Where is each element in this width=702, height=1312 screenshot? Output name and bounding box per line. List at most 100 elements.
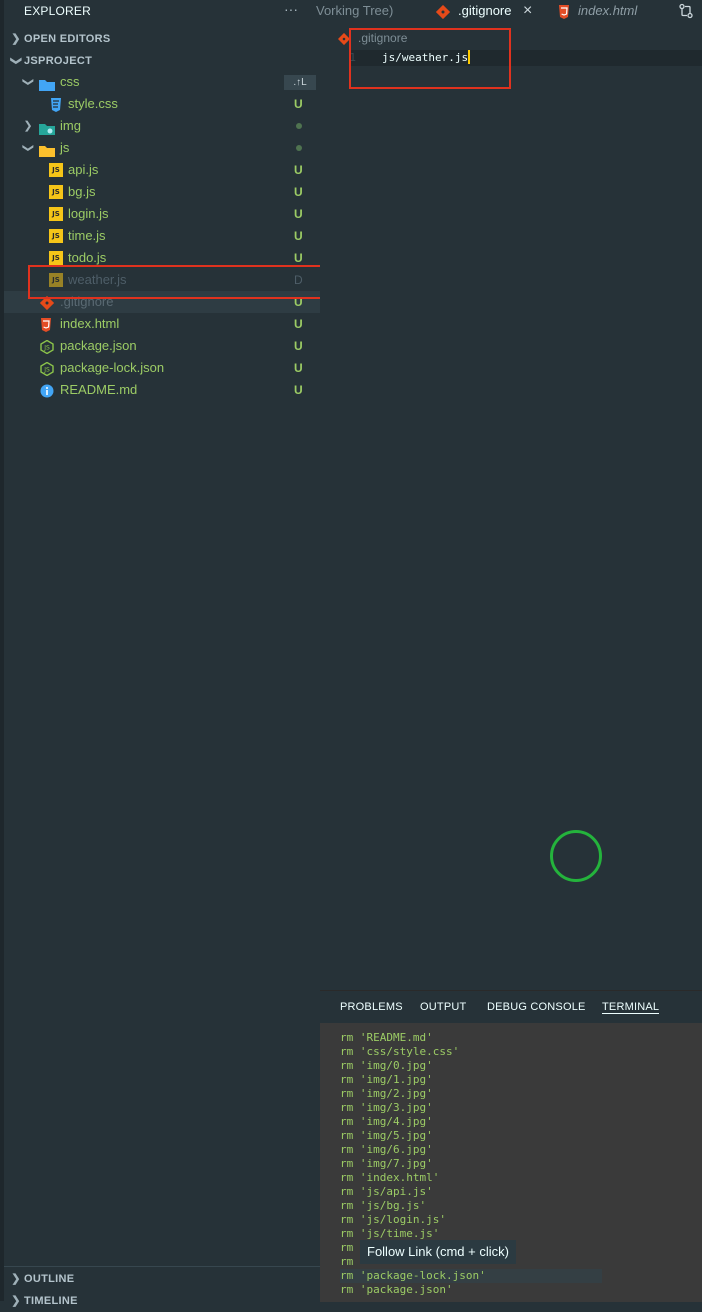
tree-item-label: time.js [68, 228, 106, 243]
section-open-editors[interactable]: ❯ OPEN EDITORS [4, 28, 320, 50]
git-status-badge: U [294, 229, 303, 243]
js-file-icon: JS [49, 251, 63, 265]
tab-label: .gitignore [458, 3, 512, 18]
more-actions-icon[interactable]: ··· [284, 0, 298, 22]
tree-item-label: css [60, 74, 80, 89]
tab-output[interactable]: OUTPUT [420, 991, 466, 1023]
editor-tabs: Vorking Tree) .gitignore × index.html [316, 0, 702, 25]
highlight-box-code [349, 28, 511, 89]
git-file-icon [435, 4, 451, 20]
explorer-sidebar: EXPLORER ··· ❯ OPEN EDITORS ❯ JSPROJECT … [0, 0, 341, 1307]
tree-item-login-js[interactable]: JS login.js U [4, 203, 320, 225]
modified-dot-icon [296, 145, 302, 151]
tree-item-api-js[interactable]: JS api.js U [4, 159, 320, 181]
tree-item-package-json[interactable]: JS package.json U [4, 335, 320, 357]
tree-item-label: package.json [60, 338, 137, 353]
terminal-line: rm 'js/bg.js' [340, 1199, 427, 1212]
tree-item-label: js [60, 140, 70, 155]
git-status-badge: U [294, 317, 303, 331]
tree-item-js[interactable]: ❯ js [4, 137, 320, 159]
tab-working-tree[interactable]: Vorking Tree) [316, 0, 416, 24]
terminal-line: rm 'img/2.jpg' [340, 1087, 433, 1100]
nodejs-file-icon: JS [40, 361, 54, 377]
tree-item-index-html[interactable]: index.html U [4, 313, 320, 335]
tree-item-style-css[interactable]: style.css U [4, 93, 320, 115]
tab-gitignore[interactable]: .gitignore × [426, 0, 544, 25]
tree-item-label: bg.js [68, 184, 96, 199]
image-folder-icon [39, 120, 55, 135]
tree-item-label: index.html [60, 316, 120, 331]
svg-text:JS: JS [43, 367, 50, 374]
js-file-icon: JS [49, 185, 63, 199]
highlight-box-deleted-file [28, 265, 341, 299]
terminal-line: rm [340, 1241, 354, 1254]
terminal-line: rm 'js/api.js' [340, 1185, 433, 1198]
tree-item-img[interactable]: ❯ img [4, 115, 320, 137]
html-file-icon [558, 4, 570, 19]
terminal-line: rm 'README.md' [340, 1031, 433, 1044]
terminal-line: rm 'index.html' [340, 1171, 440, 1184]
git-status-badge: U [294, 207, 303, 221]
terminal-line: rm 'js/time.js' [340, 1227, 440, 1240]
terminal-line: rm 'img/3.jpg' [340, 1101, 433, 1114]
chevron-right-icon: ❯ [11, 1273, 21, 1285]
tree-item-label: api.js [68, 162, 99, 177]
tab-index-html[interactable]: index.html [546, 0, 666, 24]
terminal-line: rm 'img/7.jpg' [340, 1157, 433, 1170]
nodejs-file-icon: JS [40, 339, 54, 355]
git-status-badge: U [294, 361, 303, 375]
info-icon [40, 383, 54, 398]
section-project[interactable]: ❯ JSPROJECT [4, 50, 320, 72]
section-label: JSPROJECT [24, 55, 93, 67]
click-indicator [550, 830, 602, 882]
js-file-icon: JS [49, 207, 63, 221]
terminal-line: rm 'img/0.jpg' [340, 1059, 433, 1072]
tree-item-bg-js[interactable]: JS bg.js U [4, 181, 320, 203]
section-timeline[interactable]: ❯ TIMELINE [4, 1290, 320, 1312]
tab-label: index.html [578, 3, 638, 18]
panel-tabs: PROBLEMS OUTPUT DEBUG CONSOLE TERMINAL [320, 991, 702, 1023]
tree-item-label: README.md [60, 382, 138, 397]
tooltip-link: Follow Link [367, 1244, 433, 1259]
terminal-line: rm 'package.json' [340, 1283, 453, 1296]
terminal-line: rm [340, 1255, 354, 1268]
tree-item-time-js[interactable]: JS time.js U [4, 225, 320, 247]
tree-item-css[interactable]: ❯ css .↑L [4, 71, 320, 93]
git-action-icon[interactable]: .↑L [284, 75, 316, 90]
section-outline[interactable]: ❯ OUTLINE [4, 1268, 320, 1290]
terminal-line: rm 'css/style.css' [340, 1045, 460, 1058]
tab-problems[interactable]: PROBLEMS [340, 991, 403, 1023]
tree-item-readme-md[interactable]: README.md U [4, 379, 320, 401]
tab-terminal[interactable]: TERMINAL [602, 991, 660, 1014]
git-status-badge: U [294, 163, 303, 177]
git-status-badge: U [294, 185, 303, 199]
terminal-line: rm 'img/4.jpg' [340, 1115, 433, 1128]
terminal-line: rm 'img/1.jpg' [340, 1073, 433, 1086]
terminal-line: rm 'package-lock.json' [340, 1269, 602, 1283]
chevron-right-icon: ❯ [11, 33, 21, 45]
editor-area[interactable]: .gitignore 1 js/weather.js [320, 24, 702, 990]
git-status-badge: U [294, 97, 303, 111]
git-status-badge: U [294, 339, 303, 353]
close-icon[interactable]: × [523, 0, 532, 22]
tooltip-hint: (cmd + click) [432, 1244, 509, 1259]
follow-link-tooltip: Follow Link (cmd + click) [360, 1240, 516, 1264]
chevron-down-icon: ❯ [22, 143, 34, 153]
tree-item-label: style.css [68, 96, 118, 111]
section-label: OPEN EDITORS [24, 33, 111, 45]
tree-item-package-lock-json[interactable]: JS package-lock.json U [4, 357, 320, 379]
folder-open-icon [39, 142, 55, 157]
modified-dot-icon [296, 123, 302, 129]
chevron-right-icon: ❯ [23, 120, 33, 132]
explorer-title: EXPLORER [24, 4, 91, 18]
tree-item-label: login.js [68, 206, 109, 221]
chevron-down-icon: ❯ [22, 77, 34, 87]
source-control-compare-icon[interactable] [678, 3, 694, 19]
terminal-line: rm 'img/6.jpg' [340, 1143, 433, 1156]
chevron-right-icon: ❯ [11, 1295, 21, 1307]
html-file-icon [40, 317, 52, 332]
git-status-badge: U [294, 383, 303, 397]
tab-debug-console[interactable]: DEBUG CONSOLE [487, 991, 586, 1023]
terminal-line: rm 'js/login.js' [340, 1213, 446, 1226]
css-file-icon [50, 97, 62, 112]
